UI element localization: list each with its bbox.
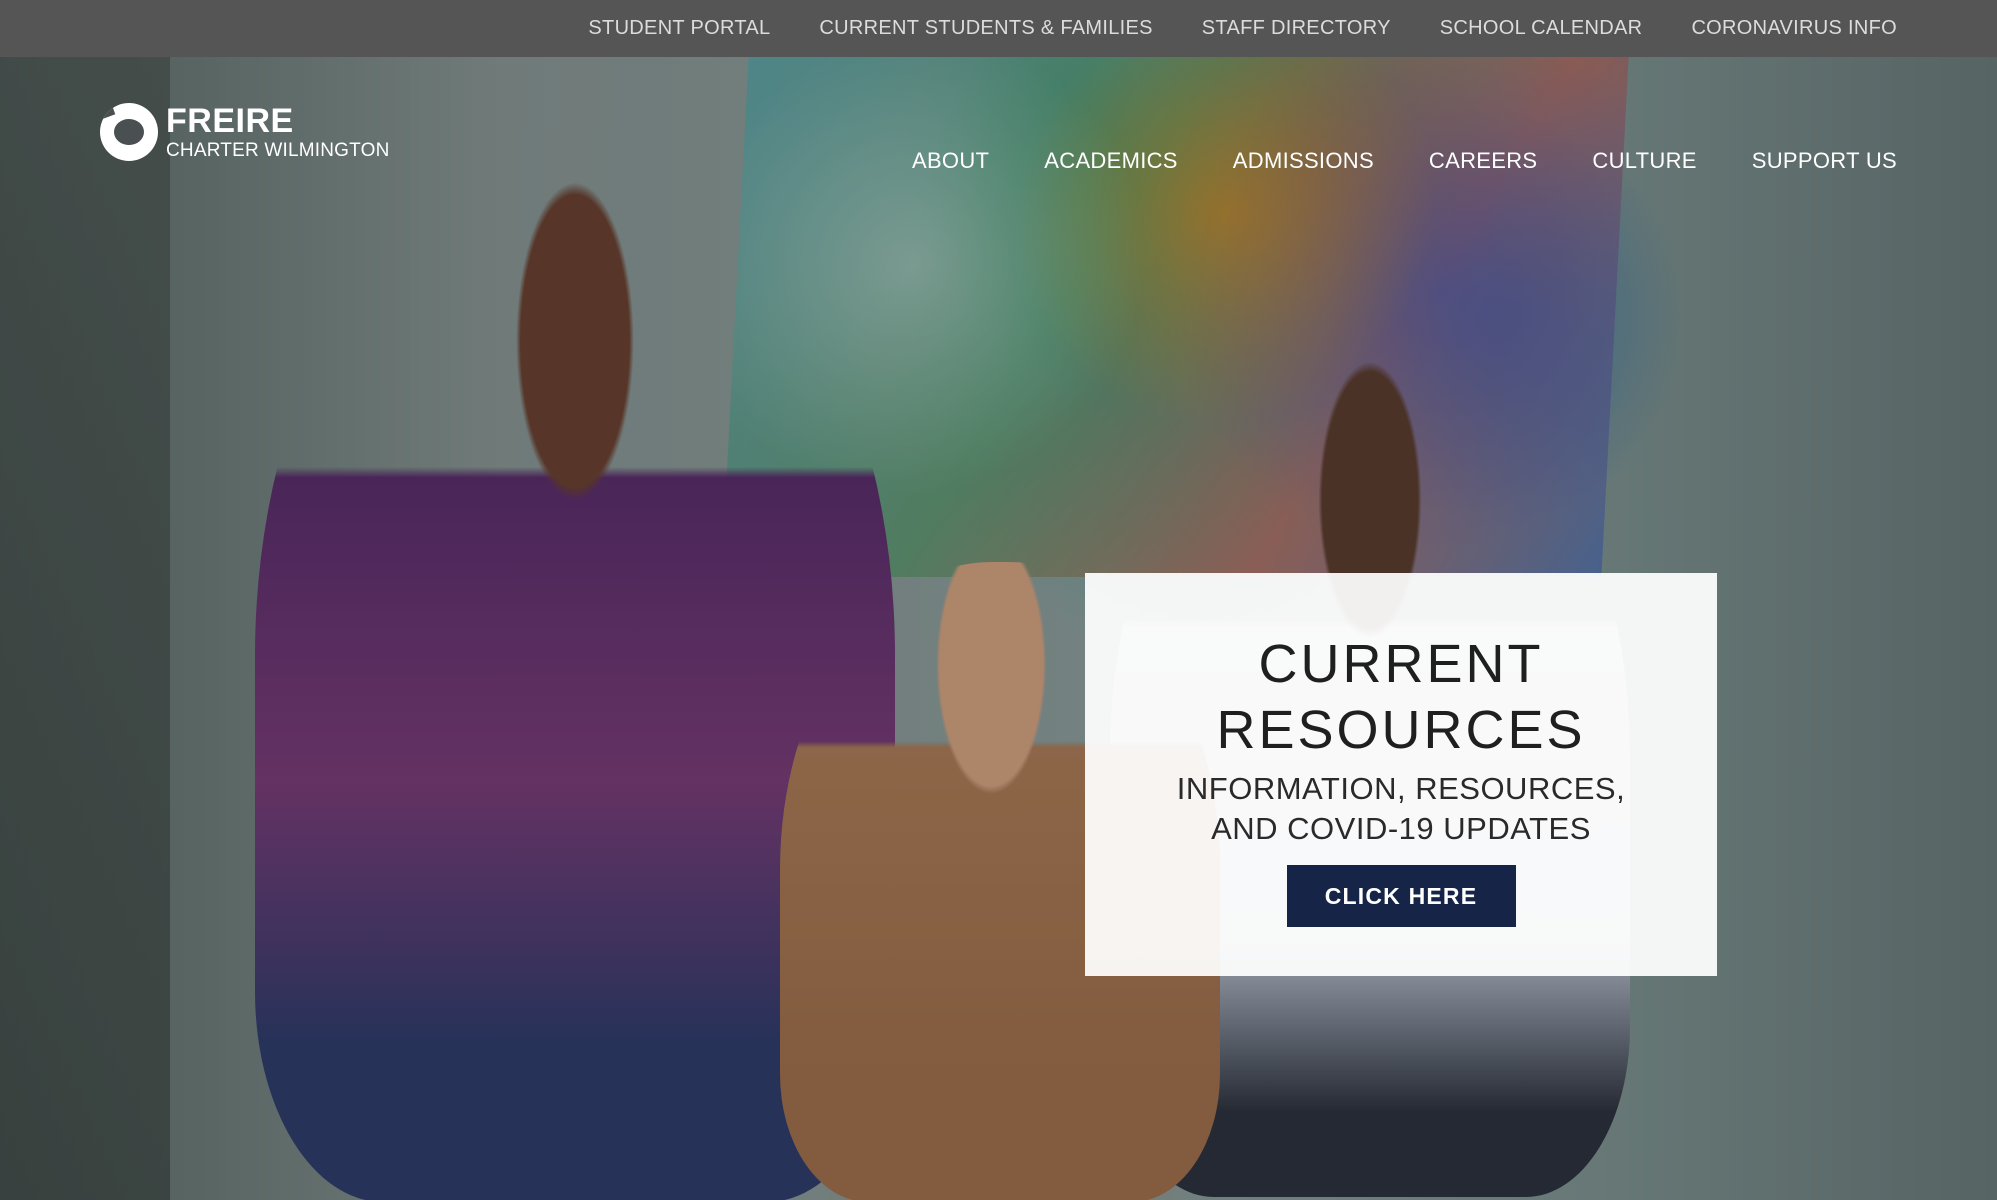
freire-logo-icon (100, 103, 158, 161)
main-nav-item-about: ABOUT (912, 148, 989, 174)
main-nav-item-support-us: SUPPORT US (1752, 148, 1897, 174)
current-resources-card: CURRENT RESOURCES INFORMATION, RESOURCES… (1085, 573, 1717, 976)
main-nav: ABOUT ACADEMICS ADMISSIONS CAREERS CULTU… (912, 148, 1897, 174)
utility-nav-item-student-portal: STUDENT PORTAL (588, 17, 770, 40)
main-nav-item-culture: CULTURE (1592, 148, 1696, 174)
callout-title: CURRENT RESOURCES (1216, 631, 1585, 763)
utility-nav: STUDENT PORTAL CURRENT STUDENTS & FAMILI… (588, 0, 1897, 57)
callout-title-line1: CURRENT (1258, 634, 1544, 694)
admissions-link[interactable]: ADMISSIONS (1233, 148, 1374, 173)
coronavirus-info-link[interactable]: CORONAVIRUS INFO (1691, 17, 1897, 39)
student-portal-link[interactable]: STUDENT PORTAL (588, 17, 770, 39)
main-nav-item-careers: CAREERS (1429, 148, 1537, 174)
current-students-families-link[interactable]: CURRENT STUDENTS & FAMILIES (819, 17, 1152, 39)
support-us-link[interactable]: SUPPORT US (1752, 148, 1897, 173)
main-nav-item-admissions: ADMISSIONS (1233, 148, 1374, 174)
main-nav-item-academics: ACADEMICS (1044, 148, 1178, 174)
careers-link[interactable]: CAREERS (1429, 148, 1537, 173)
about-link[interactable]: ABOUT (912, 148, 989, 173)
school-calendar-link[interactable]: SCHOOL CALENDAR (1440, 17, 1643, 39)
logo-subtitle: CHARTER WILMINGTON (166, 140, 390, 161)
academics-link[interactable]: ACADEMICS (1044, 148, 1178, 173)
utility-nav-item-current-students: CURRENT STUDENTS & FAMILIES (819, 17, 1152, 40)
callout-subtitle-line2: AND COVID-19 UPDATES (1211, 811, 1591, 846)
utility-nav-item-coronavirus-info: CORONAVIRUS INFO (1691, 17, 1897, 40)
utility-nav-item-staff-directory: STAFF DIRECTORY (1202, 17, 1391, 40)
utility-nav-item-school-calendar: SCHOOL CALENDAR (1440, 17, 1643, 40)
callout-title-line2: RESOURCES (1216, 700, 1586, 760)
logo-name: FREIRE (166, 102, 294, 140)
staff-directory-link[interactable]: STAFF DIRECTORY (1202, 17, 1391, 39)
callout-subtitle: INFORMATION, RESOURCES, AND COVID-19 UPD… (1177, 769, 1625, 849)
culture-link[interactable]: CULTURE (1592, 148, 1696, 173)
click-here-button[interactable]: CLICK HERE (1286, 865, 1516, 927)
site-logo[interactable]: FREIRE CHARTER WILMINGTON (100, 103, 390, 161)
utility-bar: STUDENT PORTAL CURRENT STUDENTS & FAMILI… (0, 0, 1997, 57)
logo-text: FREIRE CHARTER WILMINGTON (166, 104, 390, 160)
callout-subtitle-line1: INFORMATION, RESOURCES, (1176, 771, 1626, 806)
